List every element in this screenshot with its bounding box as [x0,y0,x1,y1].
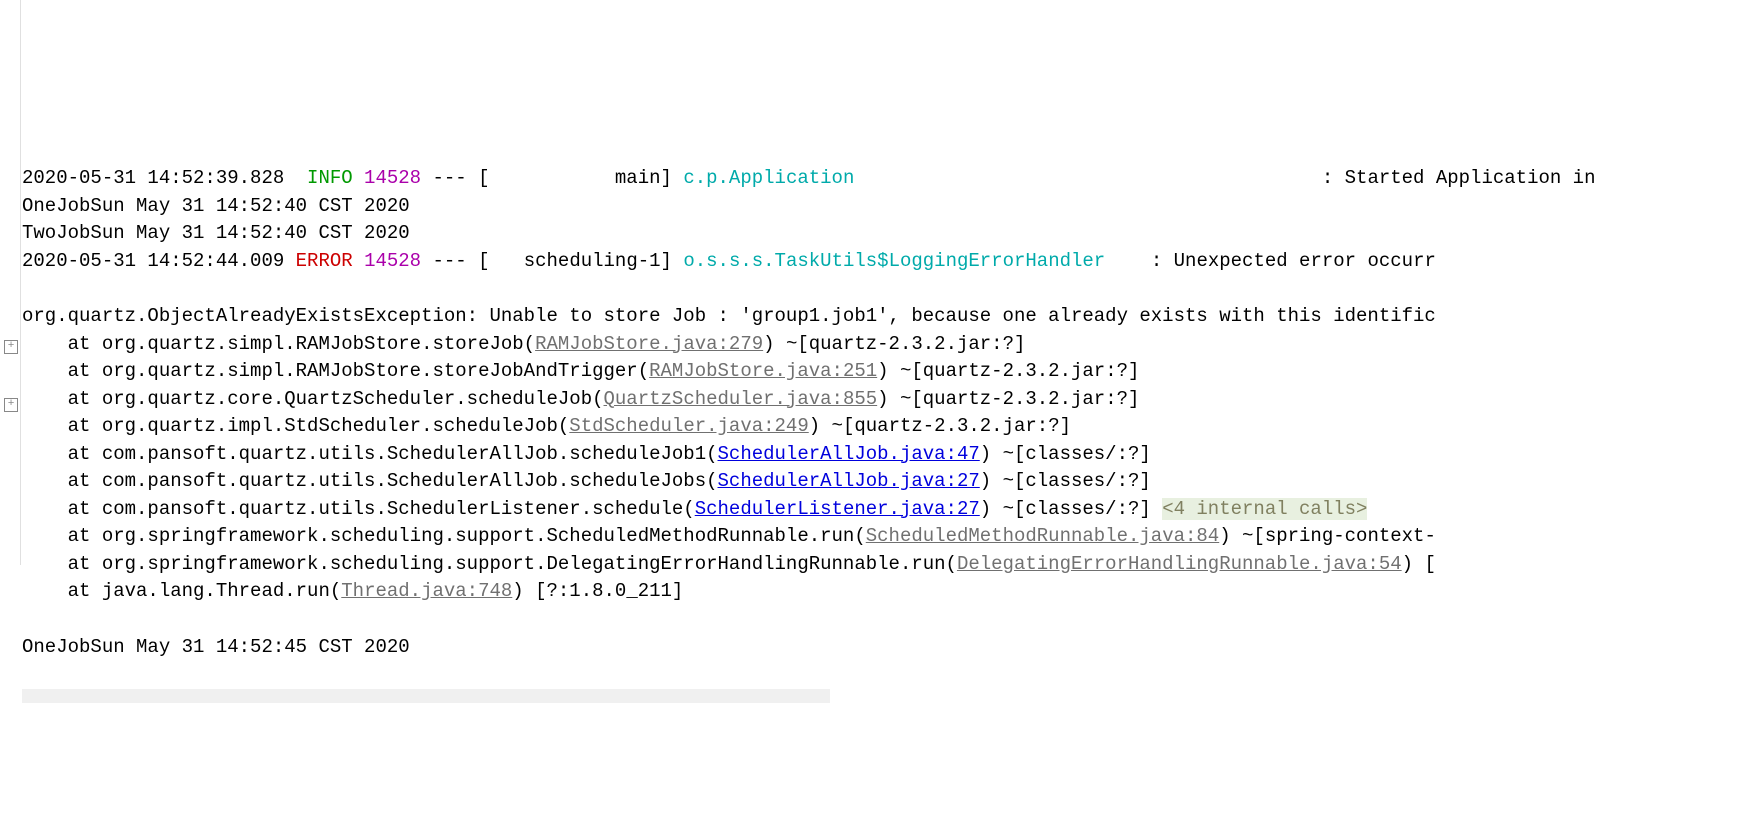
logger-name: c.p.Application [683,167,854,189]
log-message: Unexpected error occurr [1174,250,1436,272]
frame-suffix: ) [?:1.8.0_211] [512,580,683,602]
log-separator: : [1105,250,1173,272]
process-id: 14528 [353,167,421,189]
stack-frame: at com.pansoft.quartz.utils.SchedulerAll… [22,443,1151,465]
frame-prefix: at org.quartz.impl.StdScheduler.schedule… [22,415,569,437]
frame-suffix: ) ~[quartz-2.3.2.jar:?] [809,415,1071,437]
source-link[interactable]: SchedulerAllJob.java:27 [718,470,980,492]
stack-frame: at org.springframework.scheduling.suppor… [22,525,1436,547]
fold-expand-icon[interactable]: + [4,398,18,412]
source-link[interactable]: StdScheduler.java:249 [569,415,808,437]
process-id: 14528 [353,250,421,272]
frame-prefix: at com.pansoft.quartz.utils.SchedulerAll… [22,470,718,492]
horizontal-scrollbar[interactable] [22,689,830,703]
log-line: 2020-05-31 14:52:44.009 ERROR 14528 --- … [22,250,1436,272]
frame-suffix: ) ~[spring-context- [1219,525,1436,547]
frame-suffix: ) ~[classes/:?] [980,498,1162,520]
source-link[interactable]: ScheduledMethodRunnable.java:84 [866,525,1219,547]
frame-prefix: at org.quartz.simpl.RAMJobStore.storeJob… [22,333,535,355]
frame-suffix: ) ~[classes/:?] [980,470,1151,492]
log-line: OneJobSun May 31 14:52:40 CST 2020 [22,195,410,217]
timestamp: 2020-05-31 14:52:39.828 [22,167,307,189]
log-thread: --- [ main] [421,167,683,189]
timestamp: 2020-05-31 14:52:44.009 [22,250,296,272]
frame-suffix: ) ~[quartz-2.3.2.jar:?] [877,388,1139,410]
stack-frame: at org.quartz.simpl.RAMJobStore.storeJob… [22,360,1139,382]
log-message: Started Application in [1345,167,1596,189]
frame-prefix: at com.pansoft.quartz.utils.SchedulerAll… [22,443,718,465]
stack-frame: at org.quartz.simpl.RAMJobStore.storeJob… [22,333,1025,355]
source-link[interactable]: Thread.java:748 [341,580,512,602]
frame-prefix: at org.springframework.scheduling.suppor… [22,525,866,547]
frame-suffix: ) ~[quartz-2.3.2.jar:?] [763,333,1025,355]
frame-prefix: at com.pansoft.quartz.utils.SchedulerLis… [22,498,695,520]
log-level-info: INFO [307,167,353,189]
source-link[interactable]: QuartzScheduler.java:855 [604,388,878,410]
log-level-error: ERROR [296,250,353,272]
stack-frame: at org.quartz.core.QuartzScheduler.sched… [22,388,1139,410]
source-link[interactable]: DelegatingErrorHandlingRunnable.java:54 [957,553,1402,575]
log-thread: --- [ scheduling-1] [421,250,683,272]
stack-frame: at org.springframework.scheduling.suppor… [22,553,1436,575]
log-separator: : [854,167,1344,189]
frame-prefix: at java.lang.Thread.run( [22,580,341,602]
exception-line: org.quartz.ObjectAlreadyExistsException:… [22,305,1436,327]
logger-name: o.s.s.s.TaskUtils$LoggingErrorHandler [683,250,1105,272]
stack-frame: at com.pansoft.quartz.utils.SchedulerAll… [22,470,1151,492]
frame-suffix: ) ~[classes/:?] [980,443,1151,465]
console-output: 2020-05-31 14:52:39.828 INFO 14528 --- [… [22,165,1753,661]
source-link[interactable]: RAMJobStore.java:279 [535,333,763,355]
log-line: TwoJobSun May 31 14:52:40 CST 2020 [22,222,410,244]
editor-gutter: + + [0,0,21,565]
frame-prefix: at org.quartz.core.QuartzScheduler.sched… [22,388,604,410]
frame-suffix: ) ~[quartz-2.3.2.jar:?] [877,360,1139,382]
frame-prefix: at org.quartz.simpl.RAMJobStore.storeJob… [22,360,649,382]
stack-frame: at org.quartz.impl.StdScheduler.schedule… [22,415,1071,437]
fold-expand-icon[interactable]: + [4,340,18,354]
internal-calls-badge[interactable]: <4 internal calls> [1162,498,1367,520]
stack-frame: at java.lang.Thread.run(Thread.java:748)… [22,580,683,602]
source-link[interactable]: RAMJobStore.java:251 [649,360,877,382]
log-line: OneJobSun May 31 14:52:45 CST 2020 [22,636,410,658]
frame-suffix: ) [ [1402,553,1436,575]
frame-prefix: at org.springframework.scheduling.suppor… [22,553,957,575]
source-link[interactable]: SchedulerListener.java:27 [695,498,980,520]
source-link[interactable]: SchedulerAllJob.java:47 [718,443,980,465]
stack-frame: at com.pansoft.quartz.utils.SchedulerLis… [22,498,1367,520]
log-line: 2020-05-31 14:52:39.828 INFO 14528 --- [… [22,167,1595,189]
